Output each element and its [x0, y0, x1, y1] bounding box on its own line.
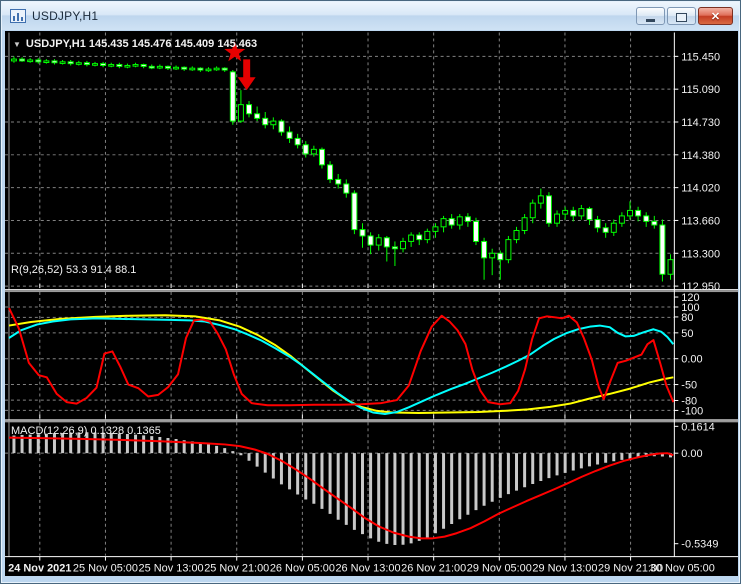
pane-separator — [5, 419, 738, 421]
drop-star-annotation — [224, 41, 246, 62]
svg-text:115.450: 115.450 — [681, 51, 720, 63]
candlestick-series — [10, 56, 674, 282]
macd-histogram — [12, 432, 673, 546]
price-axis: 115.450 115.090 114.730 114.380 114.020 113.6… — [674, 51, 720, 551]
svg-text:25 Nov 13:00: 25 Nov 13:00 — [139, 563, 204, 575]
svg-text:26 Nov 05:00: 26 Nov 05:00 — [270, 563, 335, 575]
close-button[interactable]: ✕ — [698, 7, 733, 25]
maximize-button[interactable] — [667, 7, 696, 25]
svg-text:115.090: 115.090 — [681, 84, 720, 96]
maximize-icon — [676, 13, 687, 22]
svg-text:0.00: 0.00 — [681, 448, 702, 460]
svg-text:25 Nov 21:00: 25 Nov 21:00 — [204, 563, 269, 575]
window-title: USDJPY,H1 — [32, 9, 99, 23]
chart-window-icon — [10, 9, 26, 23]
window-controls: ✕ — [636, 7, 733, 25]
svg-text:29 Nov 13:00: 29 Nov 13:00 — [532, 563, 597, 575]
svg-text:114.020: 114.020 — [681, 183, 720, 195]
svg-text:29 Nov 05:00: 29 Nov 05:00 — [467, 563, 532, 575]
svg-text:30 Nov 05:00: 30 Nov 05:00 — [650, 563, 715, 575]
svg-text:25 Nov 05:00: 25 Nov 05:00 — [73, 563, 138, 575]
minimize-button[interactable] — [636, 7, 665, 25]
pane-separator — [5, 289, 738, 291]
svg-text:50: 50 — [681, 328, 693, 340]
close-icon: ✕ — [710, 11, 721, 23]
osc-line-red-fast — [8, 307, 675, 407]
svg-text:26 Nov 21:00: 26 Nov 21:00 — [401, 563, 466, 575]
time-axis: 24 Nov 2021 25 Nov 05:00 25 Nov 13:00 25 No… — [8, 556, 715, 575]
pane-separator — [5, 290, 738, 293]
svg-text:-50: -50 — [681, 380, 697, 392]
svg-text:24 Nov 2021: 24 Nov 2021 — [8, 563, 71, 575]
annotations — [224, 41, 256, 91]
chart-client-area[interactable]: 115.450 115.090 114.730 114.380 114.020 113.6… — [5, 31, 738, 576]
svg-text:-100: -100 — [681, 405, 703, 417]
svg-text:114.730: 114.730 — [681, 117, 720, 129]
window-titlebar[interactable]: USDJPY,H1 ✕ — [2, 2, 739, 30]
svg-text:-0.5349: -0.5349 — [681, 539, 718, 551]
svg-text:114.380: 114.380 — [681, 150, 720, 162]
svg-text:113.660: 113.660 — [681, 215, 720, 227]
svg-text:0.00: 0.00 — [681, 354, 702, 366]
svg-text:80: 80 — [681, 312, 693, 324]
svg-text:113.300: 113.300 — [681, 248, 720, 260]
pane-separator — [5, 420, 738, 423]
minimize-icon — [646, 19, 655, 22]
chart-window: USDJPY,H1 ✕ 115.450 115.090 114.730 114.380… — [0, 0, 741, 584]
svg-text:26 Nov 13:00: 26 Nov 13:00 — [335, 563, 400, 575]
svg-text:0.1614: 0.1614 — [681, 421, 714, 433]
oscillator-series — [8, 307, 675, 415]
chart-canvas[interactable]: 115.450 115.090 114.730 114.380 114.020 113.6… — [5, 31, 738, 576]
down-arrow-annotation — [237, 59, 256, 91]
